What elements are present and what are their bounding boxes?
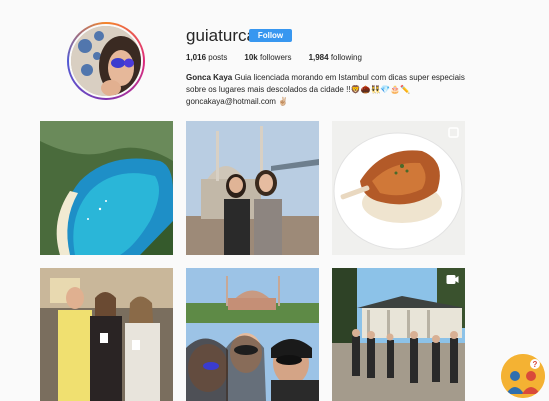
bio-text-1: Guia licenciada morando em Istambul com … xyxy=(234,73,465,82)
posts-stat: 1,016 posts xyxy=(186,53,227,62)
multiple-photos-icon xyxy=(448,127,459,138)
post-thumbnail[interactable] xyxy=(186,268,319,401)
post-thumbnail[interactable] xyxy=(332,268,465,401)
followers-stat[interactable]: 10k followers xyxy=(244,53,291,62)
follow-button[interactable]: Follow xyxy=(249,29,292,42)
followers-label: followers xyxy=(259,53,292,62)
post-thumbnail[interactable] xyxy=(40,121,173,255)
profile-stats: 1,016 posts 10k followers 1,984 followin… xyxy=(186,53,379,62)
svg-text:?: ? xyxy=(533,360,538,369)
video-icon xyxy=(446,274,459,285)
following-count: 1,984 xyxy=(308,53,329,62)
post-thumbnail[interactable] xyxy=(40,268,173,401)
profile-username: guiaturca xyxy=(186,26,256,45)
bio-email: goncakaya@hotmail.com ✌🏼 xyxy=(186,97,289,106)
profile-avatar[interactable] xyxy=(67,22,145,100)
bio-text-2: sobre os lugares mais descolados da cida… xyxy=(186,85,411,94)
posts-label: posts xyxy=(208,53,228,62)
help-badge[interactable]: ? xyxy=(501,354,545,398)
following-stat[interactable]: 1,984 following xyxy=(309,53,362,62)
bio-first-line: Gonca Kaya Guia licenciada morando em Is… xyxy=(186,72,486,84)
profile-full-name: Gonca Kaya xyxy=(186,73,233,82)
post-thumbnail[interactable] xyxy=(332,121,465,255)
following-label: following xyxy=(330,53,362,62)
post-thumbnail[interactable] xyxy=(186,121,319,255)
help-people-icon: ? xyxy=(501,354,545,398)
profile-bio: Gonca Kaya Guia licenciada morando em Is… xyxy=(186,72,486,108)
avatar-photo xyxy=(69,24,143,98)
followers-count: 10k xyxy=(244,53,258,62)
posts-count: 1,016 xyxy=(186,53,207,62)
